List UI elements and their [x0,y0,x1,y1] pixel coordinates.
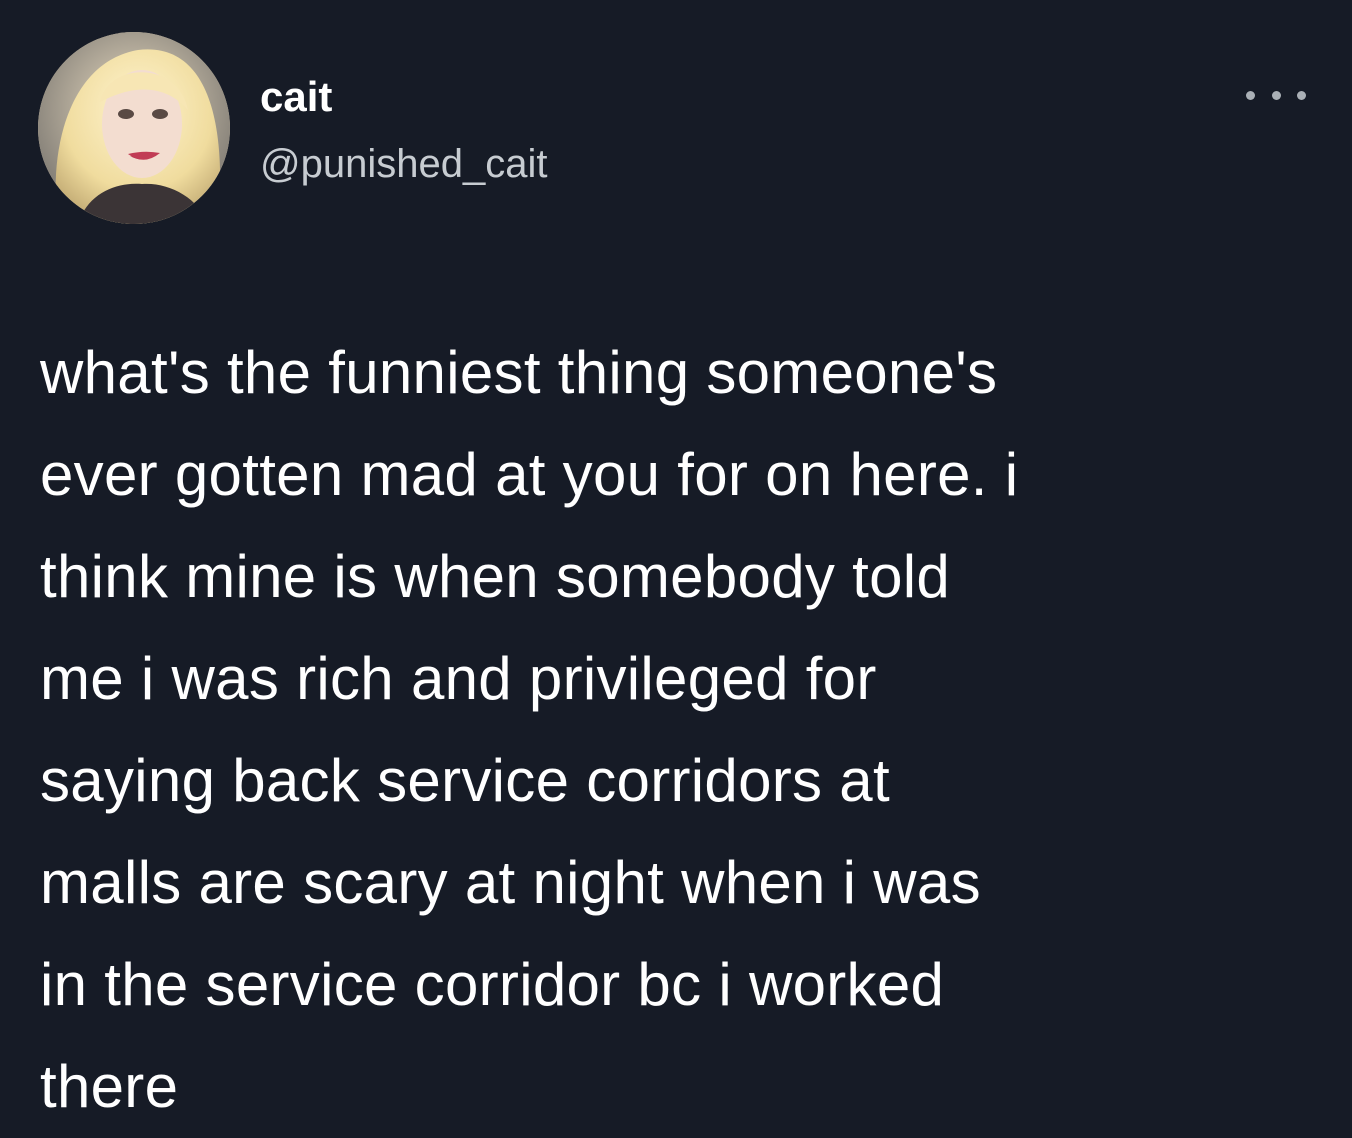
more-dot [1246,90,1255,100]
more-options-icon[interactable] [1246,80,1306,110]
user-handle[interactable]: @punished_cait [260,140,547,188]
more-dot [1297,90,1306,100]
tweet-text: what's the funniest thing someone's ever… [40,339,1019,1120]
avatar[interactable] [38,32,230,224]
more-dot [1271,90,1281,100]
profile-photo-icon [38,32,230,224]
tweet-card: cait @punished_cait what's the funniest … [0,0,1352,1134]
display-name[interactable]: cait [260,72,332,122]
